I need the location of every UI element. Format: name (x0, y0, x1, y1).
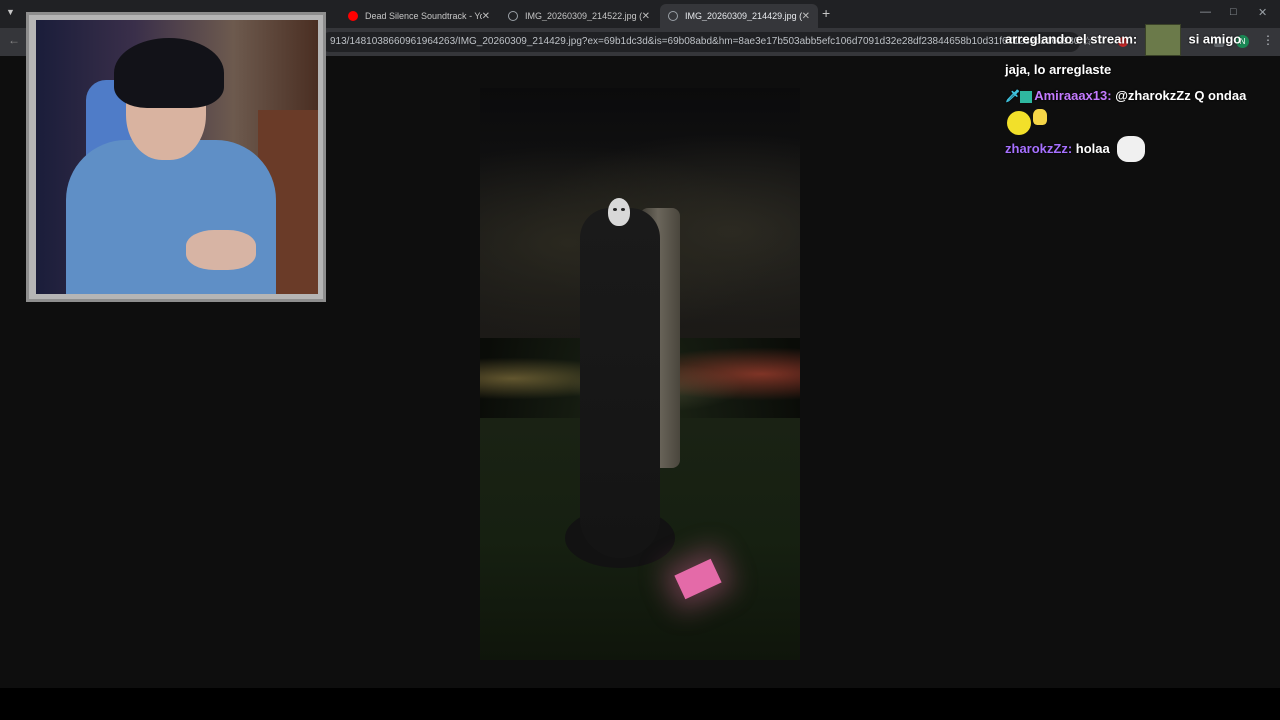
close-icon[interactable]: ✕ (642, 11, 650, 22)
cat-emote-icon (1117, 136, 1146, 163)
youtube-icon (348, 11, 358, 21)
photo-night-park-masked-figure[interactable] (480, 88, 800, 660)
tab-label: IMG_20260309_214522.jpg (481 (525, 11, 642, 21)
back-arrow-icon[interactable]: ← (8, 33, 20, 47)
tab-img-214429[interactable]: IMG_20260309_214429.jpg (481 ✕ (660, 4, 818, 28)
chat-message: arreglando el stream: si amigo (1005, 24, 1275, 56)
smile-emote-icon (1007, 110, 1031, 135)
chat-text: holaa (1075, 140, 1110, 156)
tab-label: IMG_20260309_214429.jpg (481 (685, 11, 802, 21)
tab-dead-silence[interactable]: Dead Silence Soundtrack - YouT ✕ (340, 4, 498, 28)
globe-icon (668, 11, 678, 21)
wave-hand-emote-icon (1033, 109, 1047, 125)
chat-text: arreglando el stream: (1005, 31, 1138, 47)
stream-chat: arreglando el stream: si amigo jaja, lo … (1005, 24, 1275, 163)
bits-badge-icon (1020, 90, 1033, 103)
chat-message: jaja, lo arreglaste (1005, 57, 1275, 82)
chat-message: zharokzZz: holaa (1005, 136, 1275, 163)
close-window-icon[interactable]: ✕ (1258, 6, 1267, 19)
bottom-bar (0, 688, 1280, 720)
tab-img-214522[interactable]: IMG_20260309_214522.jpg (481 ✕ (500, 4, 658, 28)
photo-cloaked-figure (580, 208, 660, 558)
maximize-icon[interactable]: □ (1230, 6, 1237, 18)
creeper-emote-icon (1144, 24, 1181, 56)
chat-text: jaja, lo arreglaste (1005, 62, 1112, 77)
photo-white-mask (608, 198, 630, 226)
address-bar[interactable]: 913/1481038660961964263/IMG_20260309_214… (320, 32, 1080, 52)
webcam-person-hands (186, 230, 256, 270)
webcam-person-body (66, 140, 276, 294)
minimize-icon[interactable]: — (1200, 6, 1211, 18)
tab-label: Dead Silence Soundtrack - YouT (365, 11, 482, 21)
close-icon[interactable]: ✕ (802, 11, 810, 22)
sword-badge-icon: 🗡 (1005, 89, 1021, 103)
chat-username: Amiraaax13: (1034, 88, 1112, 103)
chat-username: zharokzZz: (1005, 140, 1073, 156)
close-icon[interactable]: ✕ (482, 11, 490, 22)
chat-text: si amigo (1188, 31, 1242, 47)
chat-message: 🗡 Amiraaax13: @zharokzZz Q ondaa (1005, 83, 1275, 135)
webcam-person-hair (114, 38, 224, 108)
chat-text: @zharokzZz Q ondaa (1115, 88, 1247, 103)
globe-icon (508, 11, 518, 21)
webcam-feed (36, 20, 318, 294)
new-tab-button[interactable]: + (822, 5, 830, 21)
tab-search-chevron-icon[interactable]: ▼ (6, 7, 15, 17)
